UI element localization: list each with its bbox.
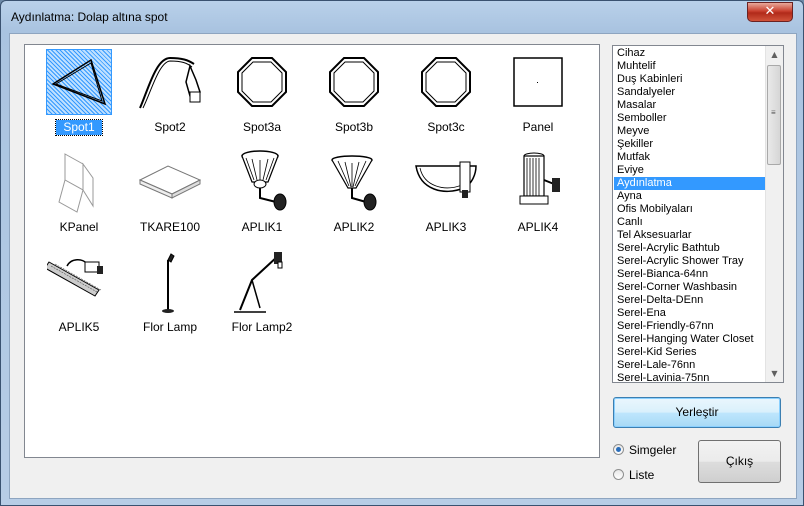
icon-label: Flor Lamp [142,320,198,334]
icon-label: Panel [522,120,554,134]
icon-view[interactable]: Spot1 Spot2 Spot3a Spot3b Spot3c Panel K… [24,44,600,458]
icon-item-aplik1[interactable]: APLIK1 [217,148,307,244]
list-item[interactable]: Sandalyeler [614,86,769,99]
list-item[interactable]: Muhtelif [614,60,769,73]
radio-icons[interactable] [613,444,624,455]
icon-item-kpanel[interactable]: KPanel [34,148,124,244]
icon-label: Spot3c [427,120,465,134]
list-item[interactable]: Serel-Acrylic Shower Tray [614,255,769,268]
icon-label: KPanel [59,220,99,234]
list-item[interactable]: Cihaz [614,47,769,60]
icon-label: Spot1 [55,119,103,136]
wall-lamp-icon [230,150,294,214]
tube-lamp-icon [47,250,111,314]
icon-item-flor-lamp2[interactable]: Flor Lamp2 [217,248,307,344]
list-item[interactable]: Mutfak [614,151,769,164]
icon-item-aplik2[interactable]: APLIK2 [309,148,399,244]
icon-label: Spot2 [154,120,186,134]
icon-label: APLIK3 [425,220,467,234]
icon-item-panel[interactable]: Panel [493,48,583,144]
curved-spot-icon [138,50,202,114]
window-title: Aydınlatma: Dolap altına spot [11,10,168,24]
list-item[interactable]: Serel-Hanging Water Closet [614,333,769,346]
icon-item-spot1[interactable]: Spot1 [34,48,124,144]
list-scrollbar[interactable]: ▲ ≡ ▼ [765,46,783,382]
list-item[interactable]: Duş Kabinleri [614,73,769,86]
category-list[interactable]: Cihaz Muhtelif Duş Kabinleri Sandalyeler Mas… [612,45,784,383]
list-item[interactable]: Ofis Mobilyaları [614,203,769,216]
scroll-up-icon[interactable]: ▲ [766,46,783,63]
list-item[interactable]: Serel-Lavinia-75nn [614,372,769,382]
list-item[interactable]: Serel-Lale-76nn [614,359,769,372]
arm-floor-lamp-icon [230,250,294,314]
icon-label: Flor Lamp2 [231,320,293,334]
list-item[interactable]: Meyve [614,125,769,138]
place-button[interactable]: Yerleştir [613,397,781,428]
flat-square-icon [138,150,202,214]
octagon-spot-icon [414,50,478,114]
radio-dot-icon [616,447,621,452]
wall-lamp-bowl-icon [414,150,478,214]
title-bar[interactable]: Aydınlatma: Dolap altına spot ✕ [1,1,803,33]
dialog-client-area: Spot1 Spot2 Spot3a Spot3b Spot3c Panel K… [9,33,797,499]
close-button[interactable]: ✕ [747,2,793,22]
icon-label: TKARE100 [139,220,201,234]
icon-label: APLIK1 [241,220,283,234]
icon-label: APLIK5 [58,320,100,334]
icon-item-spot3c[interactable]: Spot3c [401,48,491,144]
icon-item-spot2[interactable]: Spot2 [125,48,215,144]
list-item[interactable]: Serel-Delta-DEnn [614,294,769,307]
list-item[interactable]: Ayna [614,190,769,203]
radio-list[interactable] [613,469,624,480]
scroll-thumb[interactable]: ≡ [767,65,781,165]
grip-icon: ≡ [771,108,776,117]
icon-label: APLIK2 [333,220,375,234]
wall-lamp-cylinder-icon [506,150,570,214]
list-item[interactable]: Masalar [614,99,769,112]
list-item[interactable]: Aydınlatma [614,177,769,190]
icon-label: Spot3a [242,120,282,134]
list-item[interactable]: Tel Aksesuarlar [614,229,769,242]
floor-lamp-icon [138,250,202,314]
icon-item-aplik4[interactable]: APLIK4 [493,148,583,244]
list-item[interactable]: Eviye [614,164,769,177]
list-item[interactable]: Serel-Kid Series [614,346,769,359]
icon-item-aplik3[interactable]: APLIK3 [401,148,491,244]
list-item[interactable]: Şekiller [614,138,769,151]
icon-item-spot3b[interactable]: Spot3b [309,48,399,144]
close-icon: ✕ [764,4,776,19]
scroll-down-icon[interactable]: ▼ [766,365,783,382]
octagon-spot-icon [322,50,386,114]
icon-item-tkare100[interactable]: TKARE100 [125,148,215,244]
folded-panel-icon [47,150,111,214]
radio-list-label: Liste [629,468,655,482]
icon-item-aplik5[interactable]: APLIK5 [34,248,124,344]
icon-label: APLIK4 [517,220,559,234]
icon-item-flor-lamp[interactable]: Flor Lamp [125,248,215,344]
octagon-spot-icon [230,50,294,114]
dialog-window: Aydınlatma: Dolap altına spot ✕ Spot1 Sp… [0,0,804,506]
exit-button[interactable]: Çıkış [698,440,781,483]
list-item[interactable]: Serel-Corner Washbasin [614,281,769,294]
wall-lamp-cone-icon [322,150,386,214]
square-panel-icon [506,50,570,114]
triangle-spot-icon [46,49,112,115]
list-item[interactable]: Serel-Ena [614,307,769,320]
list-item[interactable]: Semboller [614,112,769,125]
list-item[interactable]: Serel-Acrylic Bathtub [614,242,769,255]
list-item[interactable]: Serel-Bianca-64nn [614,268,769,281]
radio-icons-label: Simgeler [629,443,677,457]
list-item[interactable]: Canlı [614,216,769,229]
icon-item-spot3a[interactable]: Spot3a [217,48,307,144]
icon-label: Spot3b [334,120,374,134]
list-item[interactable]: Serel-Friendly-67nn [614,320,769,333]
